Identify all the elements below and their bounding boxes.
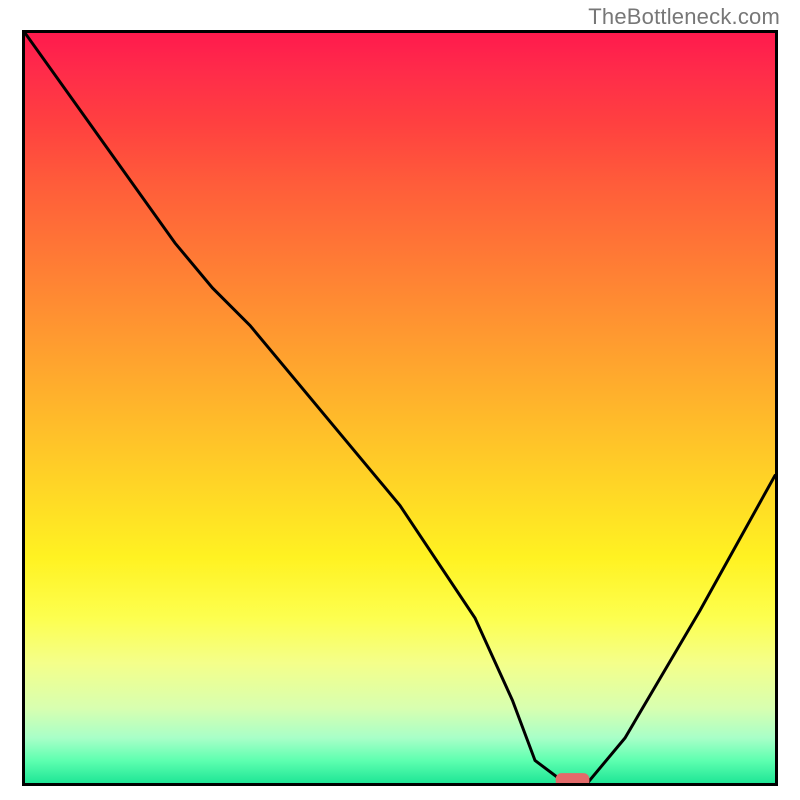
bottleneck-chart (22, 30, 778, 786)
bottleneck-curve-path (25, 33, 775, 783)
watermark-text: TheBottleneck.com (588, 4, 780, 30)
optimal-point-marker (556, 773, 590, 783)
chart-svg (25, 33, 775, 783)
